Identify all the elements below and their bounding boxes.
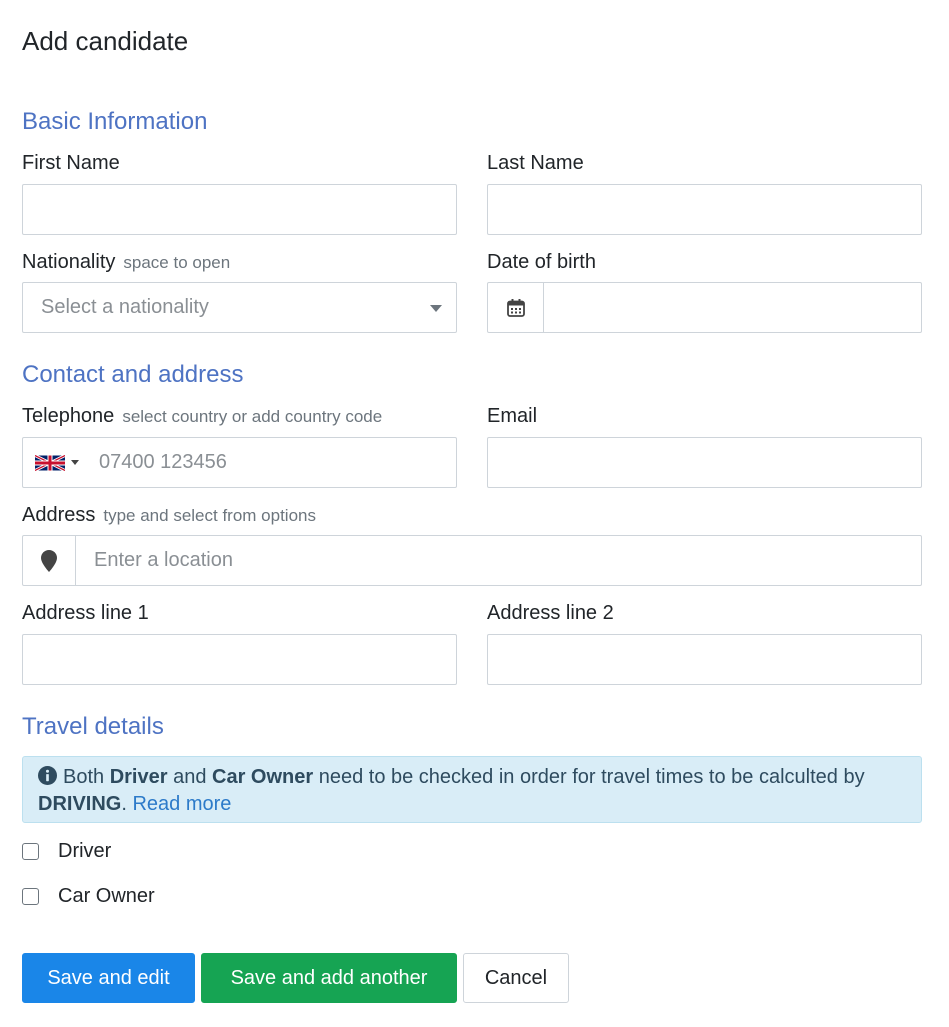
car-owner-checkbox[interactable]	[22, 888, 39, 905]
email-label: Email	[487, 405, 538, 427]
alert-bold-driving: DRIVING	[38, 793, 122, 815]
nationality-hint: space to open	[123, 253, 231, 272]
telephone-label: Telephone select country or add country c…	[22, 405, 382, 428]
address-line2-label: Address line 2	[487, 602, 614, 624]
uk-flag-icon	[35, 454, 65, 471]
alert-bold-driver: Driver	[109, 766, 168, 788]
caret-down-icon	[71, 460, 79, 465]
nationality-placeholder: Select a nationality	[41, 296, 209, 318]
last-name-label: Last Name	[487, 152, 584, 174]
first-name-label: First Name	[22, 152, 120, 174]
nationality-label: Nationality space to open	[22, 251, 230, 274]
telephone-label-text: Telephone	[22, 405, 115, 427]
alert-bold-car-owner: Car Owner	[212, 766, 314, 788]
read-more-link[interactable]: Read more	[132, 793, 231, 815]
save-and-edit-button[interactable]: Save and edit	[22, 953, 195, 1003]
alert-text: and	[167, 766, 212, 788]
driver-checkbox[interactable]	[22, 843, 39, 860]
telephone-input-group	[22, 437, 457, 488]
address-input[interactable]	[76, 536, 921, 585]
cancel-button[interactable]: Cancel	[463, 953, 569, 1003]
telephone-input[interactable]	[83, 438, 456, 487]
dob-input-group	[487, 282, 922, 333]
section-title-basic: Basic Information	[22, 108, 208, 135]
alert-text: need to be checked in order for travel t…	[313, 766, 865, 788]
travel-info-alert: Both Driver and Car Owner need to be che…	[22, 756, 922, 823]
address-input-group	[22, 535, 922, 586]
page-title: Add candidate	[22, 26, 189, 56]
chevron-down-icon	[430, 305, 442, 312]
address-line1-label: Address line 1	[22, 602, 149, 624]
car-owner-checkbox-label: Car Owner	[58, 885, 155, 907]
address-line1-input[interactable]	[22, 634, 457, 685]
address-label-text: Address	[22, 504, 96, 526]
address-hint: type and select from options	[103, 506, 316, 525]
calendar-icon[interactable]	[488, 283, 544, 332]
section-title-travel: Travel details	[22, 713, 164, 740]
telephone-hint: select country or add country code	[122, 407, 383, 426]
driver-checkbox-label: Driver	[58, 840, 112, 862]
address-label: Address type and select from options	[22, 504, 316, 527]
last-name-input[interactable]	[487, 184, 922, 235]
address-line2-input[interactable]	[487, 634, 922, 685]
nationality-select[interactable]: Select a nationality	[22, 282, 457, 333]
country-selector[interactable]	[23, 438, 83, 487]
section-title-contact: Contact and address	[22, 361, 244, 388]
map-marker-icon	[23, 536, 76, 585]
nationality-label-text: Nationality	[22, 251, 116, 273]
car-owner-checkbox-row[interactable]: Car Owner	[22, 885, 155, 908]
alert-text: Both	[63, 766, 110, 788]
dob-label: Date of birth	[487, 251, 596, 273]
info-circle-icon	[38, 766, 57, 792]
alert-text: .	[121, 793, 133, 815]
dob-input[interactable]	[544, 283, 921, 332]
driver-checkbox-row[interactable]: Driver	[22, 840, 111, 863]
save-and-add-another-button[interactable]: Save and add another	[201, 953, 457, 1003]
first-name-input[interactable]	[22, 184, 457, 235]
email-input[interactable]	[487, 437, 922, 488]
